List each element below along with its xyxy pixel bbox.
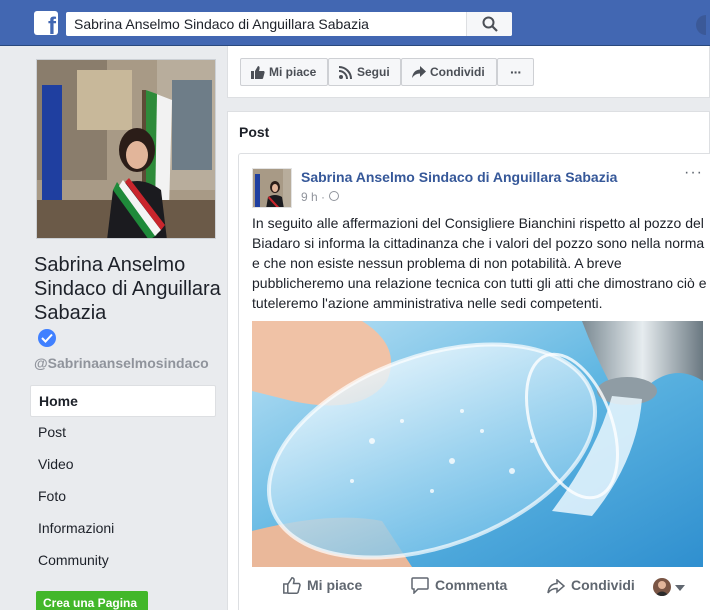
globe-privacy-icon bbox=[329, 191, 339, 201]
page-handle[interactable]: @Sabrinaanselmosindaco bbox=[34, 355, 209, 371]
share-arrow-icon bbox=[412, 66, 426, 78]
reaction-selector-caret-icon[interactable] bbox=[675, 585, 685, 591]
post-share-button[interactable]: Condividi bbox=[547, 577, 635, 594]
search-input[interactable] bbox=[74, 15, 464, 33]
thumbs-up-icon bbox=[251, 66, 265, 79]
user-avatar[interactable] bbox=[696, 15, 706, 35]
reaction-avatar[interactable] bbox=[653, 578, 671, 596]
post-timestamp[interactable]: 9 h · bbox=[301, 190, 325, 204]
page-actions-bar: Mi piace Segui Condividi ··· bbox=[227, 46, 710, 98]
nav-item-informazioni[interactable]: Informazioni bbox=[30, 513, 216, 545]
share-page-button[interactable]: Condividi bbox=[401, 58, 497, 86]
share-page-label: Condividi bbox=[430, 65, 485, 79]
more-options-button[interactable]: ··· bbox=[497, 58, 534, 86]
post-author-avatar[interactable] bbox=[252, 168, 292, 208]
post-options-button[interactable]: ··· bbox=[684, 164, 703, 182]
post-comment-label: Commenta bbox=[435, 577, 508, 593]
search-button[interactable] bbox=[466, 12, 512, 36]
nav-item-community[interactable]: Community bbox=[30, 545, 216, 577]
like-page-button[interactable]: Mi piace bbox=[240, 58, 328, 86]
page-nav: Home Post Video Foto Informazioni Commun… bbox=[30, 385, 216, 577]
posts-heading: Post bbox=[239, 124, 270, 140]
post-image[interactable] bbox=[252, 321, 703, 567]
profile-picture[interactable] bbox=[36, 59, 216, 239]
post-like-button[interactable]: Mi piace bbox=[283, 577, 362, 594]
follow-button[interactable]: Segui bbox=[328, 58, 401, 86]
post-share-label: Condividi bbox=[571, 577, 635, 593]
search-icon bbox=[482, 16, 498, 32]
nav-item-video[interactable]: Video bbox=[30, 449, 216, 481]
thumbs-up-icon bbox=[283, 577, 301, 594]
post-author-name[interactable]: Sabrina Anselmo Sindaco di Anguillara Sa… bbox=[301, 169, 617, 185]
verified-badge-icon bbox=[38, 329, 56, 347]
like-page-label: Mi piace bbox=[269, 65, 317, 79]
nav-item-home[interactable]: Home bbox=[30, 385, 216, 417]
create-page-button[interactable]: Crea una Pagina bbox=[36, 591, 148, 610]
post-comment-button[interactable]: Commenta bbox=[411, 577, 507, 594]
more-dots-icon: ··· bbox=[510, 64, 522, 80]
nav-item-post[interactable]: Post bbox=[30, 417, 216, 449]
facebook-logo-icon[interactable]: f bbox=[34, 11, 58, 35]
search-bar[interactable] bbox=[66, 12, 512, 36]
post-text: In seguito alle affermazioni del Consigl… bbox=[252, 215, 707, 311]
rss-follow-icon bbox=[339, 66, 352, 79]
post-actions: Mi piace Commenta Condividi bbox=[239, 567, 710, 607]
post-like-label: Mi piace bbox=[307, 577, 363, 593]
page-title[interactable]: Sabrina Anselmo Sindaco di Anguillara Sa… bbox=[34, 253, 224, 325]
comment-icon bbox=[411, 577, 429, 594]
follow-label: Segui bbox=[357, 65, 390, 79]
post-card: Sabrina Anselmo Sindaco di Anguillara Sa… bbox=[238, 153, 710, 610]
top-bar: f bbox=[0, 0, 710, 46]
nav-item-foto[interactable]: Foto bbox=[30, 481, 216, 513]
share-arrow-icon bbox=[547, 579, 565, 594]
posts-section: Post Sabrina Anselmo Sindaco di Anguilla… bbox=[227, 111, 710, 610]
